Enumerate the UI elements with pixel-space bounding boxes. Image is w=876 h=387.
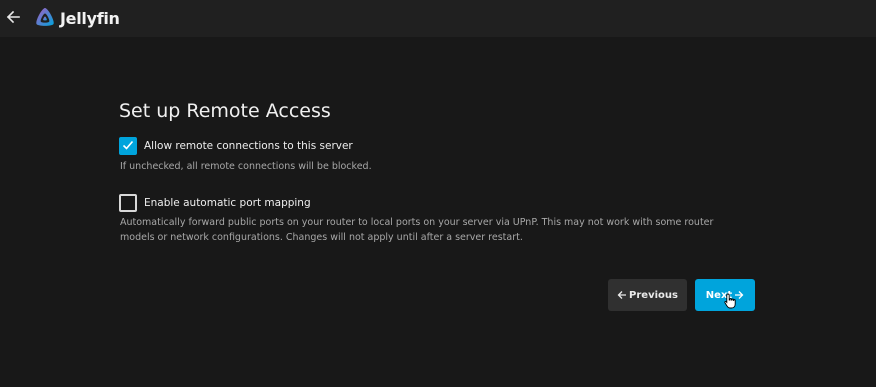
page-title: Set up Remote Access [119,100,331,122]
app-header: Jellyfin [0,0,876,37]
app-name: Jellyfin [60,9,120,28]
remote-access-option[interactable]: Allow remote connections to this server [119,137,353,155]
remote-access-checkbox[interactable] [119,137,137,155]
remote-access-help: If unchecked, all remote connections wil… [120,161,372,172]
previous-button[interactable]: Previous [608,279,687,311]
checkmark-icon [121,137,135,156]
port-mapping-option[interactable]: Enable automatic port mapping [119,194,311,212]
jellyfin-logo-icon [34,7,56,31]
hand-pointer-cursor-icon [724,293,736,313]
arrow-left-icon [617,290,627,300]
remote-access-page: Set up Remote Access Allow remote connec… [0,37,876,387]
port-mapping-help-line-2: models or network configurations. Change… [120,232,523,243]
previous-button-label: Previous [629,289,678,301]
port-mapping-checkbox[interactable] [119,194,137,212]
port-mapping-label[interactable]: Enable automatic port mapping [144,197,311,209]
back-button[interactable] [0,0,26,37]
port-mapping-help-line-1: Automatically forward public ports on yo… [120,217,714,228]
port-mapping-help: Automatically forward public ports on yo… [120,215,760,245]
arrow-left-icon [6,9,20,28]
app-logo[interactable]: Jellyfin [34,7,120,31]
remote-access-label[interactable]: Allow remote connections to this server [144,140,353,152]
